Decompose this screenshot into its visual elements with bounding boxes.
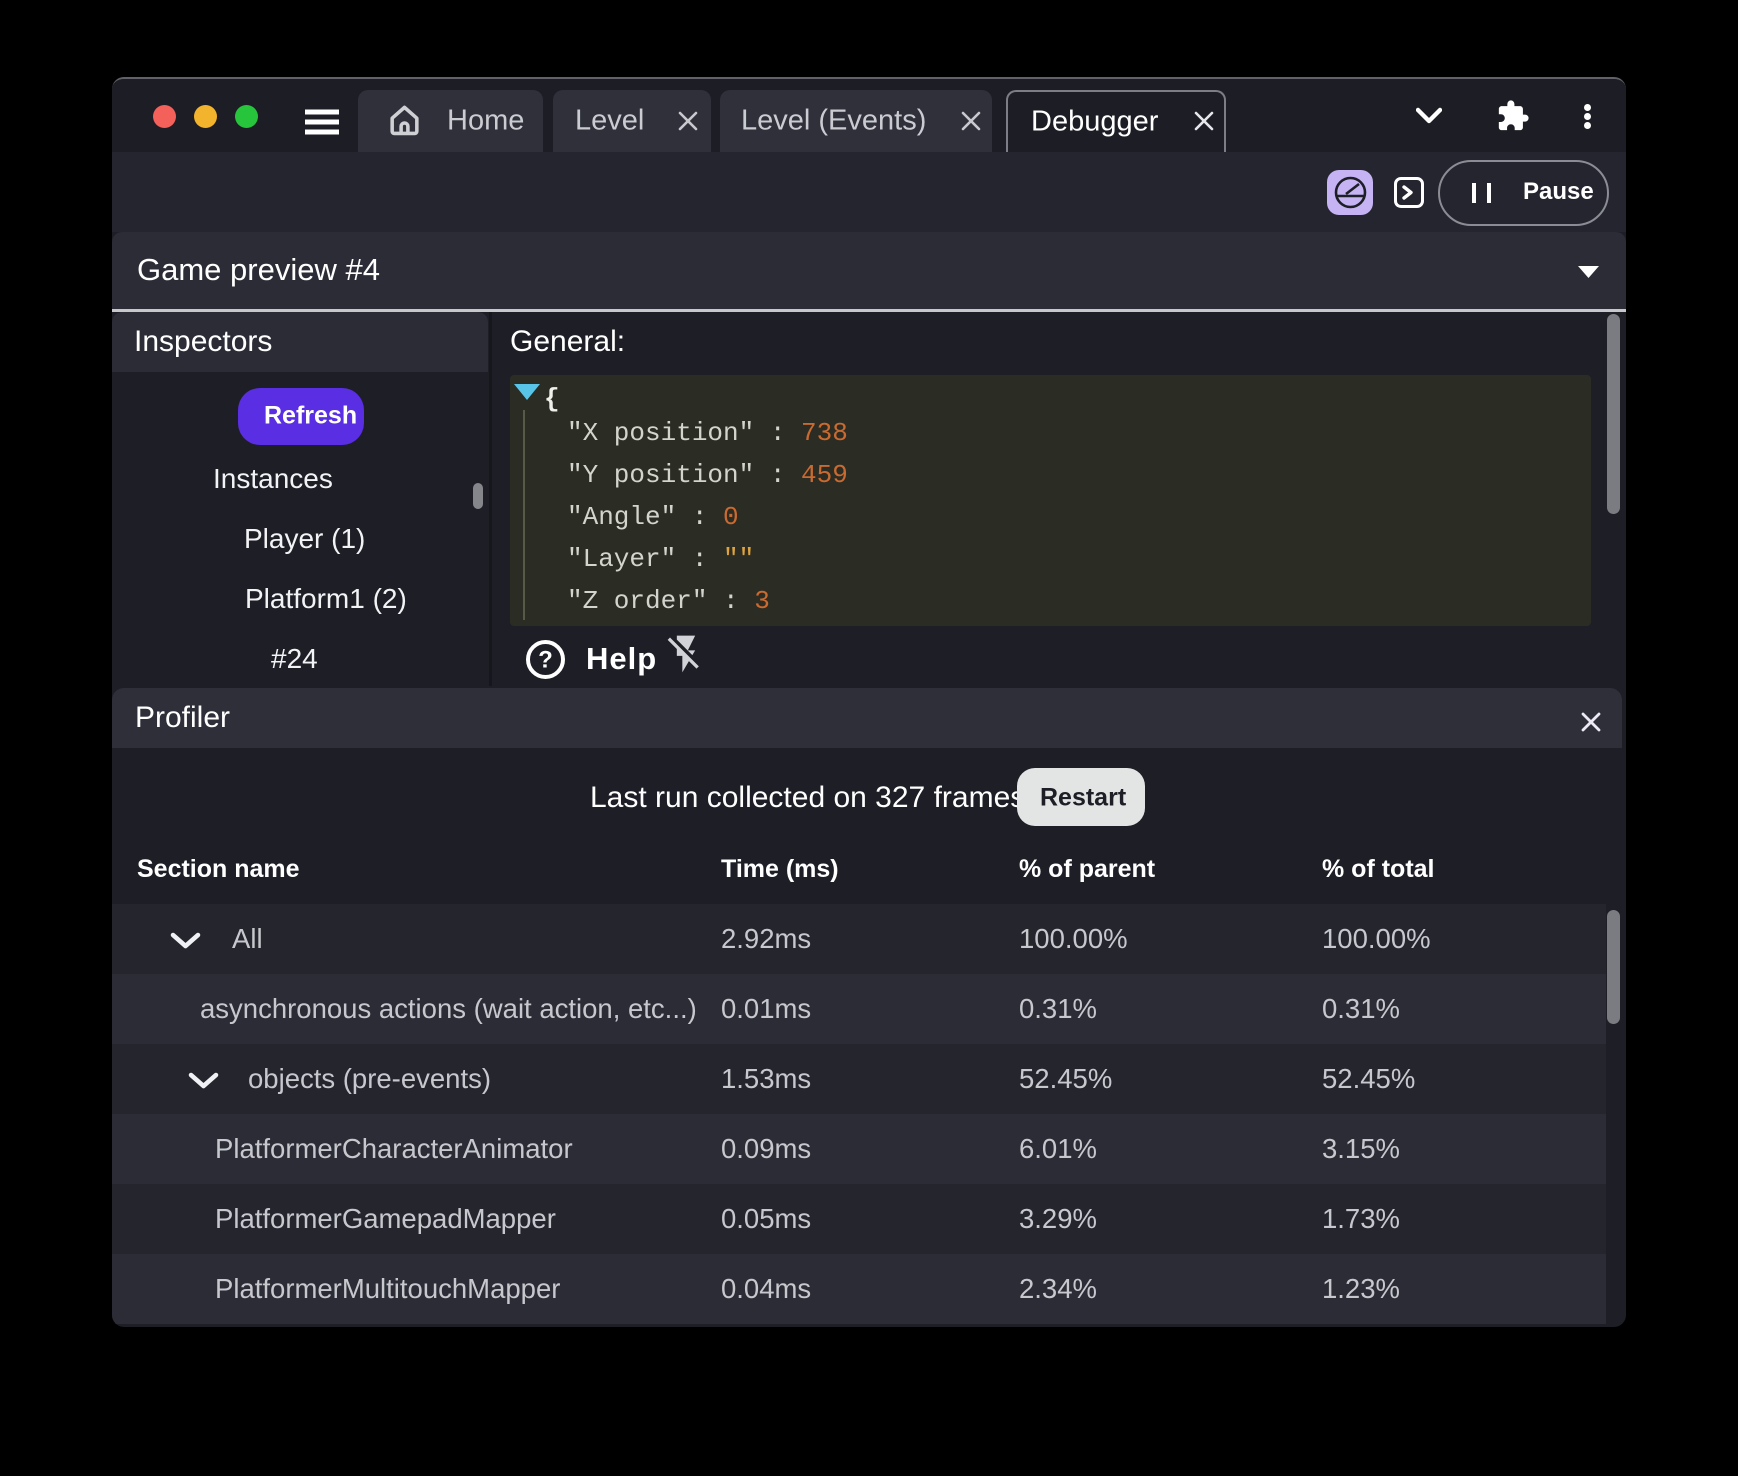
- svg-text:?: ?: [538, 647, 553, 674]
